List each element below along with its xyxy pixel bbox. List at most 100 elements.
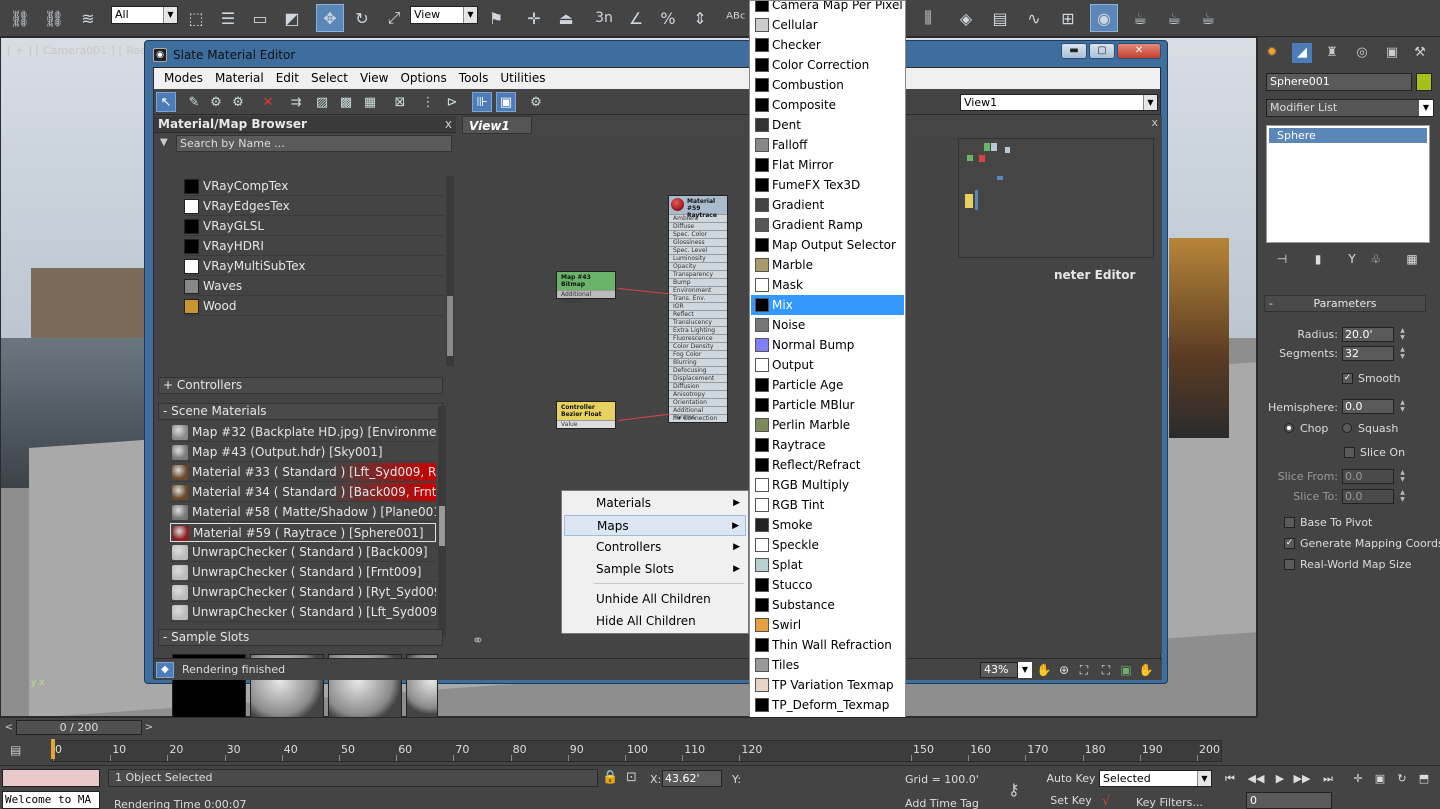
map-type-item[interactable]: RGB Tint [751, 495, 904, 515]
map-type-item[interactable]: Reflect/Refract [751, 455, 904, 475]
viewport-label[interactable]: [ + ] [ Camera001 ] [ Realisti [7, 44, 166, 57]
material-port[interactable]: Glossiness [669, 238, 727, 246]
base-to-pivot-checkbox[interactable] [1284, 517, 1295, 528]
map-type-item[interactable]: Particle Age [751, 375, 904, 395]
time-cursor[interactable] [51, 739, 55, 759]
search-input[interactable]: Search by Name ... [176, 135, 452, 152]
menu-modes[interactable]: Modes [158, 68, 209, 89]
scene-materials-section[interactable]: - Scene Materials [158, 403, 443, 420]
stack-item-sphere[interactable]: Sphere [1269, 128, 1427, 143]
maxscript-listener-output[interactable]: Welcome to MA [2, 791, 100, 809]
map-type-item[interactable]: Map Output Selector [751, 235, 904, 255]
scale-icon[interactable]: ⤢ [380, 4, 408, 32]
node-controller-port[interactable]: Value [557, 420, 615, 428]
schematic-view-icon[interactable]: ⊞ [1054, 4, 1082, 32]
material-port[interactable]: Transparency [669, 270, 727, 278]
track-bar[interactable]: ▤ 0 10 20 30 40 50 60 70 80 90 100 110 120 150 160 170 1… [0, 737, 1257, 765]
map-type-item[interactable]: Smoke [751, 515, 904, 535]
menu-tools[interactable]: Tools [453, 68, 495, 89]
map-type-item[interactable]: FumeFX Tex3D [751, 175, 904, 195]
map-type-item[interactable]: Thin Wall Refraction [751, 635, 904, 655]
rect-selection-icon[interactable]: ▭ [246, 4, 274, 32]
binoculars-icon[interactable]: ⚭ [472, 633, 484, 649]
material-port[interactable]: Anisotropy [669, 390, 727, 398]
map-type-item[interactable]: Checker [751, 35, 904, 55]
percent-snap-icon[interactable]: % [654, 4, 682, 32]
map-type-item[interactable]: Noise [751, 315, 904, 335]
zoom-icon[interactable]: ⊕ [1056, 662, 1072, 678]
map-type-item[interactable]: TP_Deform_Texmap [751, 695, 904, 715]
zoom-field[interactable]: 43% [980, 662, 1018, 678]
snap-toggle-icon[interactable]: 3n [590, 4, 618, 32]
show-background-icon[interactable]: ▩ [336, 92, 356, 112]
menu-material[interactable]: Material [209, 68, 270, 89]
view-select-dropdown[interactable]: View1 ▼ [960, 94, 1158, 111]
zoom-extents-icon[interactable]: ⛶ [1098, 662, 1114, 678]
zoom-viewport-icon[interactable]: ✛ [1348, 770, 1368, 788]
material-port[interactable]: Blurring [669, 358, 727, 366]
rotate-icon[interactable]: ↻ [348, 4, 376, 32]
material-port[interactable]: Opacity [669, 262, 727, 270]
zoom-all-icon[interactable]: ▣ [1370, 770, 1390, 788]
material-port[interactable]: Displacement [669, 374, 727, 382]
object-name-field[interactable]: Sphere001 [1266, 73, 1412, 91]
radius-spinner[interactable]: ▲ ▼ [1398, 327, 1407, 342]
material-port[interactable]: Fog Color [669, 350, 727, 358]
create-tab-icon[interactable]: ✹ [1262, 43, 1282, 63]
map-tree-item[interactable]: VRayHDRI [184, 237, 444, 256]
motion-tab-icon[interactable]: ◎ [1352, 43, 1372, 63]
material-port[interactable]: Diffuse [669, 222, 727, 230]
map-type-item[interactable]: Stucco [751, 575, 904, 595]
selection-filter-dropdown[interactable]: All ▼ [111, 6, 178, 24]
map-tree-item[interactable]: VRayGLSL [184, 217, 444, 236]
map-type-item[interactable]: RGB Multiply [751, 475, 904, 495]
zoom-region-icon[interactable]: ⛶ [1076, 662, 1092, 678]
spinner-snap-icon[interactable]: ⇕ [686, 4, 714, 32]
scrollbar-thumb[interactable] [439, 506, 445, 546]
key-set-dropdown[interactable]: Selected ▼ [1099, 770, 1212, 787]
map-type-item[interactable]: Swirl [751, 615, 904, 635]
material-port[interactable]: Defocusing [669, 366, 727, 374]
reference-coord-dropdown[interactable]: View ▼ [410, 6, 478, 24]
pivot-icon[interactable]: ⚑ [482, 4, 510, 32]
time-slider-thumb[interactable]: 0 / 200 [16, 720, 142, 735]
unlink-icon[interactable]: ⛓ [40, 4, 68, 32]
slate-title-bar[interactable]: ◉ Slate Material Editor [153, 45, 295, 65]
hierarchy-tab-icon[interactable]: ♜ [1322, 43, 1342, 63]
options-triangle-icon[interactable]: ▼ [160, 137, 168, 148]
browser-scrollbar[interactable] [446, 176, 454, 366]
select-by-name-icon[interactable]: ☰ [214, 4, 242, 32]
minimize-button[interactable]: ▬ [1061, 43, 1087, 59]
map-type-item[interactable]: Perlin Marble [751, 415, 904, 435]
show-map-icon[interactable]: ▨ [312, 92, 332, 112]
map-type-item[interactable]: Gradient Ramp [751, 215, 904, 235]
slice-from-spinner[interactable]: ▲ ▼ [1398, 469, 1407, 484]
scene-material-row[interactable]: Map #43 (Output.hdr) [Sky001] [170, 443, 436, 462]
scene-material-row[interactable]: Material #58 ( Matte/Shadow ) [Plane001] [170, 503, 436, 522]
render-setup-icon[interactable]: ☕ [1126, 4, 1154, 32]
material-port[interactable]: Orientation [669, 398, 727, 406]
map-type-item[interactable]: Raytrace [751, 435, 904, 455]
map-tree-item[interactable]: Wood [184, 297, 444, 316]
node-controller[interactable]: Controller Bezier Float Value [556, 401, 616, 429]
curve-editor-icon[interactable]: ∿ [1020, 4, 1048, 32]
material-port[interactable]: Translucency [669, 318, 727, 326]
menu-edit[interactable]: Edit [270, 68, 305, 89]
slice-on-checkbox[interactable] [1344, 447, 1355, 458]
map-type-item[interactable]: Tiles [751, 655, 904, 675]
map-type-item[interactable]: Color Correction [751, 55, 904, 75]
material-port[interactable]: Extra Lighting [669, 326, 727, 334]
key-filters-button[interactable]: Key Filters... [1136, 796, 1203, 809]
material-port[interactable]: Spec. Color [669, 230, 727, 238]
absolute-mode-icon[interactable]: ⊡ [626, 770, 637, 785]
material-port[interactable]: mr Connection [669, 414, 727, 422]
checker-background-icon[interactable]: ▦ [360, 92, 380, 112]
real-world-checkbox[interactable] [1284, 559, 1295, 570]
link-icon[interactable]: ⛓ [6, 4, 34, 32]
pick-material-icon[interactable]: ✎ [184, 92, 204, 112]
slice-from-field[interactable]: 0.0 [1342, 469, 1394, 484]
material-editor-icon[interactable]: ◉ [1090, 4, 1118, 32]
track-ruler[interactable]: 0 10 20 30 40 50 60 70 80 90 100 110 120 150 160 170 180… [52, 740, 1222, 762]
map-type-item[interactable]: Dent [751, 115, 904, 135]
utilities-tab-icon[interactable]: ⚒ [1410, 43, 1430, 63]
